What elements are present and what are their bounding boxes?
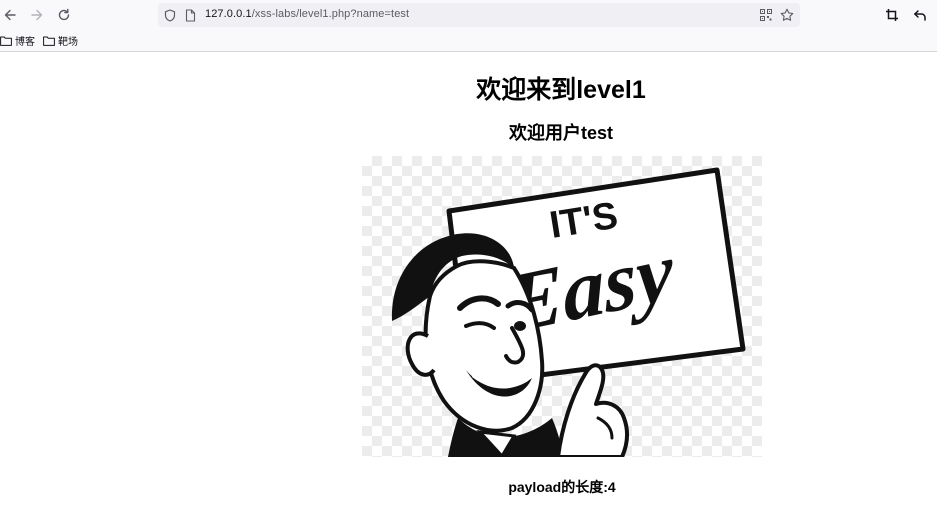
bookmark-folder-range[interactable]: 靶场: [43, 33, 78, 48]
undo-button[interactable]: [910, 5, 930, 25]
url-host: 127.0.0.1: [205, 8, 252, 20]
url-path: /xss-labs/level1.php?name=test: [251, 8, 410, 20]
qr-code-icon[interactable]: [758, 7, 774, 23]
page-title: 欢迎来到level1: [476, 76, 646, 104]
address-bar[interactable]: 127.0.0.1/xss-labs/level1.php?name=test: [158, 3, 800, 27]
page-content: 欢迎来到level1 欢迎用户test IT'S Easy payload的长度…: [0, 52, 937, 520]
crop-icon: [886, 9, 898, 21]
its-easy-illustration: IT'S Easy: [391, 167, 746, 459]
folder-icon: [43, 36, 55, 46]
arrow-left-icon: [4, 9, 16, 21]
undo-arrow-icon: [914, 10, 926, 21]
shield-icon[interactable]: [162, 7, 178, 23]
folder-icon: [0, 36, 12, 46]
url-text[interactable]: 127.0.0.1/xss-labs/level1.php?name=test: [205, 8, 409, 20]
screenshot-button[interactable]: [882, 5, 902, 25]
its-easy-image: IT'S Easy: [362, 156, 762, 459]
bookmark-label: 靶场: [58, 37, 78, 48]
forward-button[interactable]: [27, 5, 47, 25]
browser-toolbar: 127.0.0.1/xss-labs/level1.php?name=test: [0, 0, 937, 30]
reload-button[interactable]: [54, 5, 74, 25]
welcome-heading: 欢迎用户test: [508, 123, 613, 143]
back-button[interactable]: [0, 5, 20, 25]
page-info-icon[interactable]: [182, 7, 198, 23]
bookmark-folder-blog[interactable]: 博客: [0, 33, 35, 48]
bookmark-label: 博客: [15, 37, 35, 48]
bookmarks-bar: 博客 靶场: [0, 30, 937, 52]
reload-icon: [58, 8, 70, 21]
payload-length-text: payload的长度:4: [508, 479, 616, 495]
arrow-right-icon: [31, 9, 43, 21]
bookmark-star-icon[interactable]: [779, 7, 795, 23]
